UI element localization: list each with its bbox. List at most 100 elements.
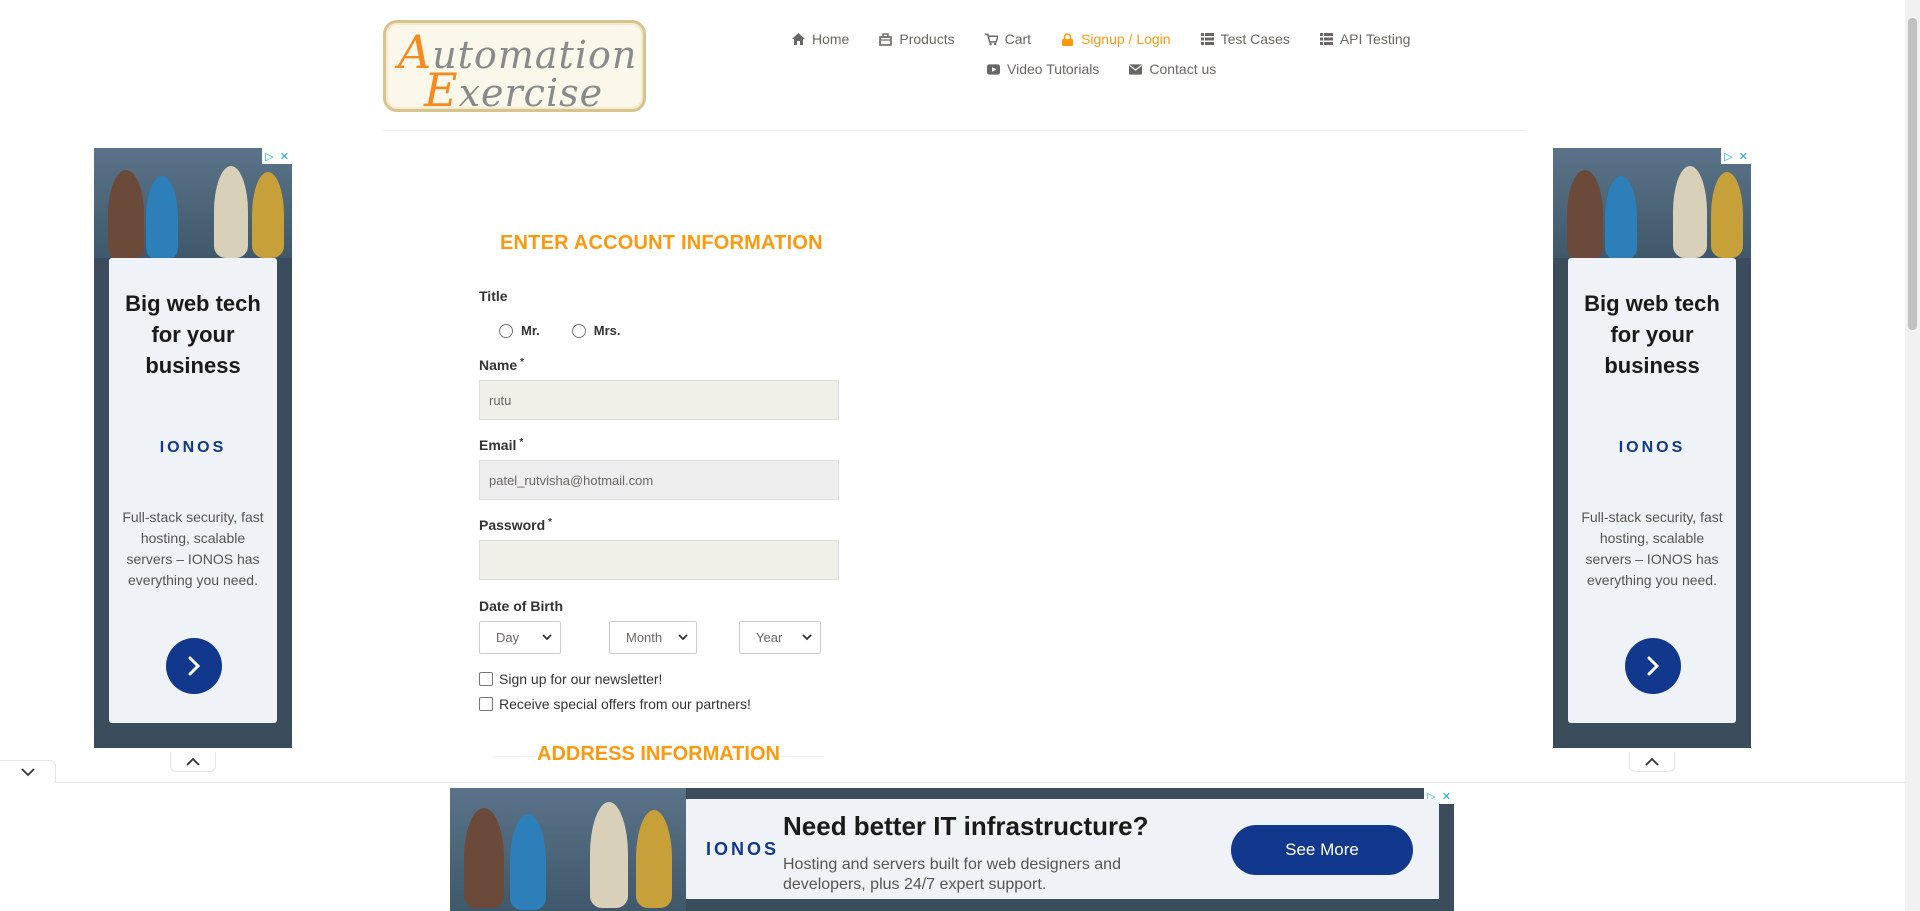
chevron-up-icon xyxy=(1645,757,1659,766)
nav-cart-label: Cart xyxy=(1004,31,1032,47)
offers-checkbox-row[interactable]: Receive special offers from our partners… xyxy=(479,696,751,712)
scrollbar-thumb[interactable] xyxy=(1908,18,1917,330)
ad-card: Big web tech for your business IONOS Ful… xyxy=(109,258,277,723)
lock-icon xyxy=(1061,32,1074,46)
title-label: Title xyxy=(479,288,508,304)
radio-button-mrs[interactable] xyxy=(571,324,586,338)
products-icon xyxy=(879,32,893,46)
left-ad-collapse-button[interactable] xyxy=(170,752,216,772)
offers-label: Receive special offers from our partners… xyxy=(499,696,751,712)
nav-contact-us-label: Contact us xyxy=(1149,61,1217,77)
radio-button-mr[interactable] xyxy=(499,324,513,338)
password-input[interactable] xyxy=(479,540,839,580)
account-info-heading: ENTER ACCOUNT INFORMATION xyxy=(500,232,823,254)
newsletter-checkbox-row[interactable]: Sign up for our newsletter! xyxy=(479,671,662,687)
chevron-down-icon xyxy=(802,634,812,641)
dob-label: Date of Birth xyxy=(479,598,563,614)
password-label-text: Password xyxy=(479,517,546,533)
email-label: Email * xyxy=(479,437,523,453)
ad-body: Hosting and servers built for web design… xyxy=(783,856,1121,893)
password-label: Password * xyxy=(479,517,552,533)
dob-day-select[interactable]: Day xyxy=(479,621,561,654)
nav-video-tutorials[interactable]: Video Tutorials xyxy=(987,61,1099,77)
title-mrs-option[interactable]: Mrs. xyxy=(571,322,621,338)
ad-headline: Big web tech for your business xyxy=(125,291,261,378)
logo-line-2: Exercise xyxy=(424,63,603,117)
cart-icon xyxy=(984,33,998,46)
name-label-text: Name xyxy=(479,357,518,373)
nav-test-cases-label: Test Cases xyxy=(1220,31,1290,47)
chevron-down-icon xyxy=(20,768,35,777)
see-more-button[interactable]: See More xyxy=(1231,825,1413,875)
dob-day-value: Day xyxy=(496,630,520,645)
nav-products-label: Products xyxy=(899,31,955,47)
youtube-icon xyxy=(987,63,1000,76)
list-icon xyxy=(1319,33,1333,46)
ad-card: Big web tech for your business IONOS Ful… xyxy=(1568,258,1736,723)
nav-video-tutorials-label: Video Tutorials xyxy=(1007,61,1100,77)
chevron-right-icon xyxy=(1647,656,1660,676)
title-mr-option[interactable]: Mr. xyxy=(499,322,540,338)
home-icon xyxy=(792,33,805,46)
right-side-ad[interactable]: ▷ ✕ Big web tech for your business IONOS … xyxy=(1553,148,1751,748)
list-icon xyxy=(1200,33,1214,46)
required-mark: * xyxy=(519,437,524,448)
ad-brand: IONOS xyxy=(159,439,227,456)
address-info-heading: ADDRESS INFORMATION xyxy=(537,743,780,766)
required-mark: * xyxy=(548,517,553,528)
envelope-icon xyxy=(1129,63,1143,76)
nav-signup-login[interactable]: Signup / Login xyxy=(1061,31,1171,47)
nav-api-testing[interactable]: API Testing xyxy=(1319,31,1411,47)
nav-test-cases[interactable]: Test Cases xyxy=(1200,31,1290,47)
nav-products[interactable]: Products xyxy=(879,31,955,47)
ad-body: Full-stack security, fast hosting, scala… xyxy=(122,509,264,588)
dob-month-value: Month xyxy=(626,630,663,645)
ad-body: Full-stack security, fast hosting, scala… xyxy=(1581,509,1723,588)
ad-headline: Big web tech for your business xyxy=(1584,291,1720,378)
ad-brand: IONOS xyxy=(1618,439,1686,456)
ad-arrow-button[interactable] xyxy=(166,638,222,694)
bottom-ad-panel: IONOS Need better IT infrastructure? Hos… xyxy=(686,799,1439,899)
chevron-down-icon xyxy=(542,634,552,641)
nav-api-testing-label: API Testing xyxy=(1339,31,1411,47)
logo-text-2: xercise xyxy=(458,71,604,115)
left-side-ad[interactable]: ▷ ✕ Big web tech for your business IONOS … xyxy=(94,148,292,748)
page-scrollbar[interactable] xyxy=(1905,0,1920,911)
nav-home[interactable]: Home xyxy=(792,31,849,47)
ad-choices-icon[interactable]: ▷ ✕ xyxy=(262,148,292,164)
header-divider xyxy=(383,130,1525,131)
title-radio-group: Mr. Mrs. xyxy=(499,322,621,338)
dob-year-value: Year xyxy=(756,630,783,645)
logo-cap-e: E xyxy=(424,63,459,117)
main-nav-row-2: Video Tutorials Contact us xyxy=(987,61,1216,77)
ad-choices-icon[interactable]: ▷ ✕ xyxy=(1721,148,1751,164)
newsletter-label: Sign up for our newsletter! xyxy=(499,671,663,687)
nav-contact-us[interactable]: Contact us xyxy=(1129,61,1216,77)
name-input[interactable]: rutu xyxy=(479,380,839,420)
bottom-banner-ad[interactable]: ▷ ✕ IONOS Need better IT infrastructure? … xyxy=(450,788,1454,911)
email-input[interactable]: patel_rutvisha@hotmail.com xyxy=(479,460,839,500)
radio-label-mrs: Mrs. xyxy=(593,322,621,338)
offers-checkbox[interactable] xyxy=(479,697,493,711)
bottom-ad-toggle[interactable] xyxy=(0,760,56,783)
required-mark: * xyxy=(520,357,525,368)
site-logo[interactable]: Automation Exercise xyxy=(383,20,646,117)
ad-brand: IONOS xyxy=(706,839,780,859)
nav-home-label: Home xyxy=(812,31,850,47)
radio-label-mr: Mr. xyxy=(521,322,540,338)
ad-photo xyxy=(450,788,686,911)
chevron-right-icon xyxy=(188,656,201,676)
ad-photo xyxy=(94,148,292,260)
newsletter-checkbox[interactable] xyxy=(479,672,493,686)
dob-year-select[interactable]: Year xyxy=(739,621,821,654)
nav-signup-login-label: Signup / Login xyxy=(1081,31,1171,47)
chevron-down-icon xyxy=(678,634,688,641)
chevron-up-icon xyxy=(186,757,200,766)
main-nav-row-1: Home Products Cart Signup / Login Test C… xyxy=(792,31,1410,47)
ad-headline: Need better IT infrastructure? xyxy=(783,811,1149,841)
nav-cart[interactable]: Cart xyxy=(984,31,1032,47)
dob-month-select[interactable]: Month xyxy=(609,621,697,654)
right-ad-collapse-button[interactable] xyxy=(1629,752,1675,772)
email-label-text: Email xyxy=(479,437,517,453)
ad-arrow-button[interactable] xyxy=(1625,638,1681,694)
